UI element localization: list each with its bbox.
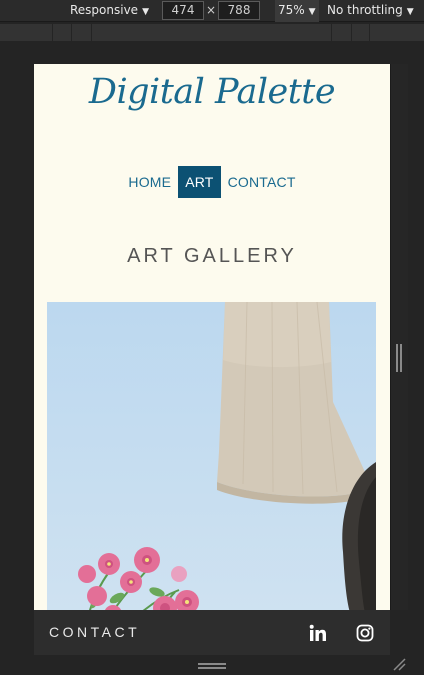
site-nav: HOME ART CONTACT: [34, 166, 390, 198]
page-title: ART GALLERY: [127, 245, 297, 267]
resize-handle-icon[interactable]: [393, 342, 405, 374]
zoom-label: 75%: [278, 3, 305, 17]
bottom-resize-handle-icon[interactable]: [198, 663, 226, 669]
media-query-segment[interactable]: [332, 24, 352, 41]
chevron-down-icon: ▼: [406, 7, 414, 17]
media-query-segment[interactable]: [72, 24, 92, 41]
footer-contact-title: CONTACT: [49, 624, 141, 640]
viewport-side-gutter: [390, 64, 408, 610]
nav-art[interactable]: ART: [178, 166, 221, 198]
device-mode-dropdown[interactable]: Responsive ▼: [70, 0, 149, 22]
throttling-label: No throttling: [327, 3, 403, 17]
viewport-width-input[interactable]: 474: [162, 1, 204, 20]
artwork-image[interactable]: [47, 302, 376, 610]
instagram-icon[interactable]: [356, 624, 374, 642]
emulated-viewport: Digital Palette HOME ART CONTACT ART GALLE…: [34, 64, 390, 610]
throttling-dropdown[interactable]: No throttling ▼: [327, 0, 414, 22]
nav-home[interactable]: HOME: [121, 166, 178, 198]
chevron-down-icon: ▼: [142, 7, 149, 17]
viewport-height-input[interactable]: 788: [218, 1, 260, 20]
site-footer: CONTACT: [34, 610, 390, 655]
device-mode-label: Responsive: [70, 3, 139, 17]
dimension-separator: ×: [206, 3, 217, 17]
nav-contact[interactable]: CONTACT: [221, 166, 303, 198]
media-query-bar[interactable]: [0, 24, 424, 41]
linkedin-icon[interactable]: [309, 624, 327, 642]
artwork-illustration: [47, 302, 376, 610]
media-query-segment[interactable]: [0, 24, 53, 41]
media-query-segment[interactable]: [92, 24, 332, 41]
corner-resize-handle-icon[interactable]: [392, 657, 406, 671]
site-logo[interactable]: Digital Palette: [34, 72, 390, 112]
media-query-segment[interactable]: [53, 24, 72, 41]
chevron-down-icon: ▼: [308, 7, 316, 17]
media-query-segment[interactable]: [352, 24, 370, 41]
devtools-toolbar: Responsive ▼ 474 × 788 75% ▼ No throttling…: [0, 0, 424, 22]
zoom-dropdown[interactable]: 75% ▼: [275, 0, 319, 22]
